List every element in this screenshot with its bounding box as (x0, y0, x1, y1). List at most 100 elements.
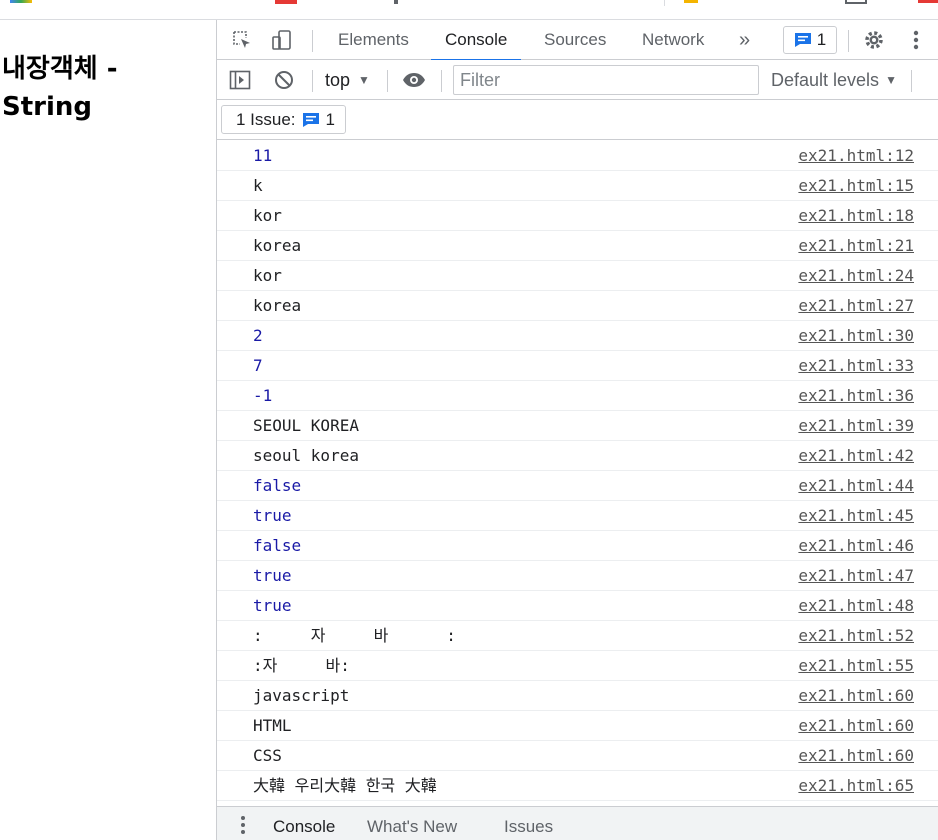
source-link[interactable]: ex21.html:65 (798, 771, 914, 801)
log-levels-dropdown[interactable]: Default levels ▼ (771, 68, 897, 92)
bookmark-icon-fragment (275, 0, 297, 4)
folder-icon-fragment (684, 0, 698, 3)
context-selector[interactable]: top ▼ (325, 68, 370, 92)
tab-console[interactable]: Console (430, 20, 522, 61)
source-link[interactable]: ex21.html:47 (798, 561, 914, 591)
console-message: true (253, 596, 292, 615)
drawer-menu-icon[interactable] (233, 814, 253, 836)
bookmark-divider (664, 0, 665, 6)
console-row: SEOUL KOREA ex21.html:39 (217, 411, 938, 441)
console-row: false ex21.html:46 (217, 531, 938, 561)
source-link[interactable]: ex21.html:45 (798, 501, 914, 531)
device-toolbar-icon[interactable] (269, 27, 295, 53)
console-row: true ex21.html:47 (217, 561, 938, 591)
messages-badge[interactable]: 1 (783, 26, 837, 54)
source-link[interactable]: ex21.html:60 (798, 741, 914, 771)
toolbar-divider (387, 70, 388, 92)
console-message: 大韓 우리大韓 한국 大韓 (253, 776, 437, 795)
source-link[interactable]: ex21.html:48 (798, 591, 914, 621)
filter-input[interactable] (453, 65, 759, 95)
inspect-element-icon[interactable] (229, 27, 255, 53)
source-link[interactable]: ex21.html:24 (798, 261, 914, 291)
console-row: true ex21.html:48 (217, 591, 938, 621)
console-row: false ex21.html:44 (217, 471, 938, 501)
app-icon-fragment (10, 0, 32, 3)
source-link[interactable]: ex21.html:18 (798, 201, 914, 231)
source-link[interactable]: ex21.html:30 (798, 321, 914, 351)
message-icon (302, 112, 319, 127)
console-message: k (253, 176, 263, 195)
console-message: true (253, 506, 292, 525)
source-link[interactable]: ex21.html:46 (798, 531, 914, 561)
console-row: 2 ex21.html:30 (217, 321, 938, 351)
tab-network[interactable]: Network (642, 20, 704, 60)
drawer-tab-issues[interactable]: Issues (504, 807, 553, 840)
caret-down-icon: ▼ (885, 73, 897, 87)
sidebar-toggle-icon[interactable] (227, 67, 253, 93)
source-link[interactable]: ex21.html:44 (798, 471, 914, 501)
console-row: HTML ex21.html:60 (217, 711, 938, 741)
console-row: : 자 바 : ex21.html:52 (217, 621, 938, 651)
console-row: javascript ex21.html:60 (217, 681, 938, 711)
issues-count: 1 (325, 109, 336, 129)
source-link[interactable]: ex21.html:21 (798, 231, 914, 261)
console-message: true (253, 566, 292, 585)
messages-count: 1 (816, 30, 827, 49)
console-row: kor ex21.html:24 (217, 261, 938, 291)
toolbar-divider (312, 70, 313, 92)
page-content: 내장객체 - String (0, 20, 216, 840)
kebab-menu-icon[interactable] (903, 27, 929, 53)
context-selector-value: top (325, 70, 351, 90)
toolbar-divider (441, 70, 442, 92)
console-message: seoul korea (253, 446, 359, 465)
devtools-tabbar: Elements Console Sources Network » 1 (217, 20, 938, 61)
console-message: : 자 바 : (253, 626, 456, 645)
console-row: korea ex21.html:21 (217, 231, 938, 261)
console-row: k ex21.html:15 (217, 171, 938, 201)
console-row: korea ex21.html:27 (217, 291, 938, 321)
console-row: :자 바: ex21.html:55 (217, 651, 938, 681)
source-link[interactable]: ex21.html:60 (798, 681, 914, 711)
source-link[interactable]: ex21.html:42 (798, 441, 914, 471)
console-message: korea (253, 236, 302, 255)
console-message: javascript (253, 686, 350, 705)
drawer-tab-whats-new[interactable]: What's New (367, 807, 457, 840)
console-message: -1 (253, 386, 273, 405)
source-link[interactable]: ex21.html:36 (798, 381, 914, 411)
clear-console-icon[interactable] (271, 67, 297, 93)
console-message: korea (253, 296, 302, 315)
message-icon (794, 33, 811, 47)
console-message: false (253, 476, 302, 495)
source-link[interactable]: ex21.html:60 (798, 711, 914, 741)
caret-down-icon: ▼ (358, 73, 370, 87)
issues-label: 1 Issue: (236, 109, 296, 129)
live-expression-eye-icon[interactable] (401, 67, 427, 93)
source-link[interactable]: ex21.html:52 (798, 621, 914, 651)
console-toolbar: top ▼ Default levels ▼ (217, 60, 938, 100)
source-link[interactable]: ex21.html:15 (798, 171, 914, 201)
drawer-tab-console[interactable]: Console (273, 807, 335, 840)
source-link[interactable]: ex21.html:39 (798, 411, 914, 441)
more-tabs-icon[interactable]: » (739, 20, 750, 60)
tab-elements[interactable]: Elements (338, 20, 409, 60)
source-link[interactable]: ex21.html:33 (798, 351, 914, 381)
issues-button[interactable]: 1 Issue: 1 (221, 105, 347, 134)
tabbar-divider (312, 30, 313, 52)
console-message: HTML (253, 716, 292, 735)
console-message: 2 (253, 326, 263, 345)
browser-bar-strip (0, 0, 938, 20)
console-message: :자 바: (253, 656, 350, 675)
console-row: 7 ex21.html:33 (217, 351, 938, 381)
source-link[interactable]: ex21.html:55 (798, 651, 914, 681)
console-message: SEOUL KOREA (253, 416, 359, 435)
console-message: 11 (253, 146, 273, 165)
issues-bar: 1 Issue: 1 (217, 100, 938, 140)
settings-gear-icon[interactable] (861, 27, 887, 53)
console-row: -1 ex21.html:36 (217, 381, 938, 411)
console-row: 大韓 우리大韓 한국 大韓 ex21.html:65 (217, 771, 938, 801)
tab-sources[interactable]: Sources (544, 20, 606, 60)
source-link[interactable]: ex21.html:12 (798, 141, 914, 171)
console-message: CSS (253, 746, 282, 765)
source-link[interactable]: ex21.html:27 (798, 291, 914, 321)
bookmark-icon-fragment (394, 0, 398, 4)
